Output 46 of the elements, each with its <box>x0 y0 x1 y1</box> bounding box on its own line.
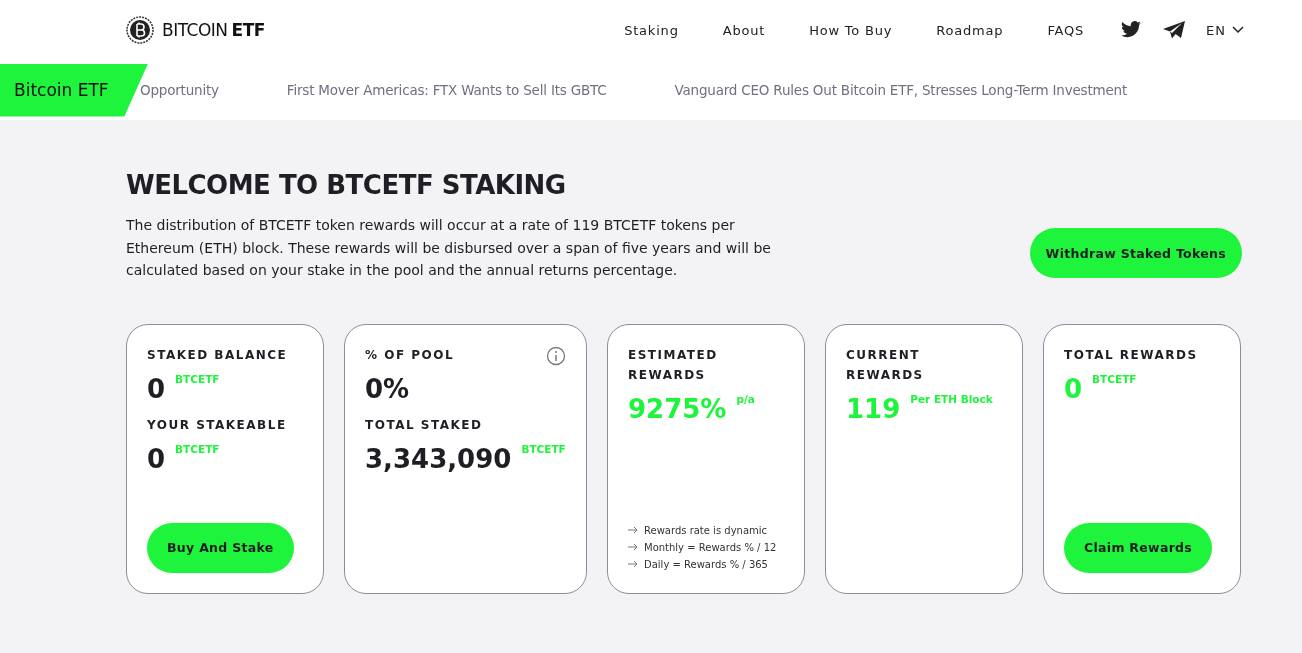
stat-label: TOTAL STAKED <box>365 416 483 434</box>
arrow-right-icon <box>628 526 638 534</box>
stat-label: ESTIMATED REWARDS <box>628 346 719 384</box>
unit-label: BTCETF <box>521 442 566 455</box>
unit-label: Per ETH Block <box>910 392 993 405</box>
stat-label: CURRENT REWARDS <box>846 346 925 384</box>
stat-value: 3,343,090 <box>365 442 512 476</box>
stat-value: 9275% <box>628 392 727 426</box>
unit-label: BTCETF <box>175 442 220 455</box>
stat-value: 0% <box>365 372 410 406</box>
stat-label: % OF POOL <box>365 346 455 364</box>
twitter-bird-icon[interactable] <box>1120 21 1143 39</box>
withdraw-button[interactable]: Withdraw Staked Tokens <box>1029 228 1242 278</box>
nav-link[interactable]: About <box>722 22 766 38</box>
stat-value: 119 <box>846 392 901 426</box>
stat-value: 0 <box>1064 372 1083 406</box>
unit-label: BTCETF <box>175 372 220 385</box>
note-text: Rewards rate is dynamic <box>644 523 768 538</box>
note-text: Daily = Rewards % / 365 <box>644 557 768 572</box>
unit-label: BTCETF <box>1092 372 1137 385</box>
nav-link[interactable]: Roadmap <box>936 22 1004 38</box>
action-button[interactable]: Buy And Stake <box>147 522 294 573</box>
nav-link[interactable]: How To Buy <box>809 22 893 38</box>
logo-wordmark[interactable]: BITCOIN ETF <box>162 20 265 40</box>
language-selector[interactable]: EN <box>1206 22 1244 38</box>
stat-value: 0 <box>147 442 166 476</box>
stat-label: STAKED BALANCE <box>147 346 288 364</box>
unit-label: p/a <box>736 392 755 405</box>
description-text: The distribution of BTCETF token rewards will occur at a rate of 119 BTCETF tokens per Ethereum (ETH) block. These rewards will be disbursed over a span of five years and will be calculated based on your stake in the pool and the annual returns percentage. <box>126 216 772 280</box>
note-text: Monthly = Rewards % / 12 <box>644 540 777 555</box>
bitcoin-coin-icon <box>126 16 154 44</box>
info-icon[interactable] <box>546 345 566 366</box>
paper-plane-icon[interactable] <box>1162 20 1187 40</box>
action-button[interactable]: Claim Rewards <box>1064 522 1213 573</box>
arrow-right-icon <box>628 560 638 568</box>
stat-label: YOUR STAKEABLE <box>147 416 287 434</box>
arrow-right-icon <box>628 543 638 551</box>
news-headline-link[interactable]: Opportunity <box>140 82 219 98</box>
stat-label: TOTAL REWARDS <box>1064 346 1198 364</box>
nav-link[interactable]: FAQS <box>1047 22 1085 38</box>
news-headline-link[interactable]: Vanguard CEO Rules Out Bitcoin ETF, Stresses Long-Term Investment <box>674 82 1128 98</box>
chevron-down-icon <box>1232 26 1244 34</box>
nav-link[interactable]: Staking <box>624 22 679 38</box>
stat-value: 0 <box>147 372 166 406</box>
page-title: WELCOME TO BTCETF STAKING <box>126 170 567 200</box>
news-headline-link[interactable]: First Mover Americas: FTX Wants to Sell Its GBTC <box>286 82 607 98</box>
